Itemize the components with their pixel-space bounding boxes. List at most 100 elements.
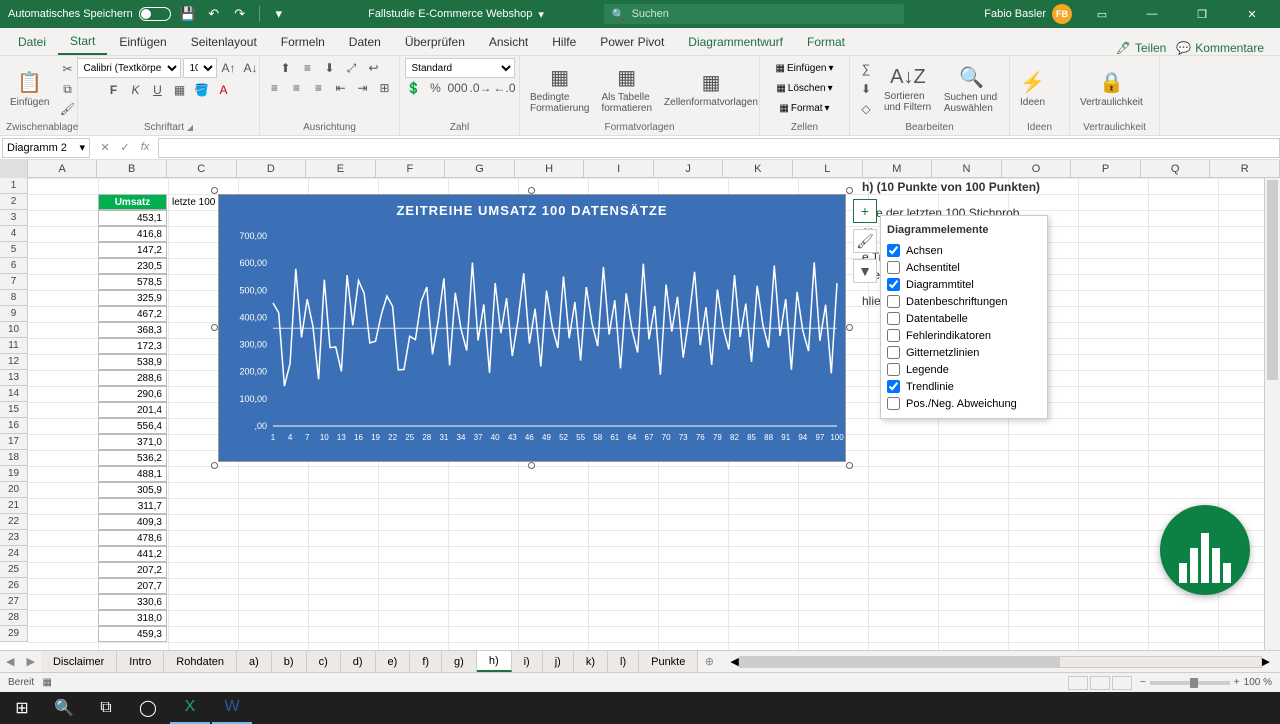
row-header[interactable]: 29 [0, 626, 27, 642]
row-header[interactable]: 26 [0, 578, 27, 594]
row-header[interactable]: 21 [0, 498, 27, 514]
sheet-nav-prev[interactable]: ◀ [0, 655, 20, 668]
flyout-checkbox-item[interactable]: Legende [887, 361, 1041, 378]
column-header[interactable]: J [654, 160, 724, 178]
sheet-tab[interactable]: a) [237, 651, 272, 672]
zoom-in-button[interactable]: + [1234, 677, 1240, 688]
maximize-icon[interactable]: ❐ [1182, 0, 1222, 28]
tab-view[interactable]: Ansicht [477, 28, 540, 55]
row-header[interactable]: 27 [0, 594, 27, 610]
column-header[interactable]: M [863, 160, 933, 178]
underline-button[interactable]: U [148, 80, 168, 100]
cell[interactable]: 453,1 [98, 210, 167, 226]
sheet-tab[interactable]: i) [512, 651, 543, 672]
row-header[interactable]: 24 [0, 546, 27, 562]
cell-styles-button[interactable]: ▦Zellenformatvorlagen [660, 59, 762, 119]
tab-help[interactable]: Hilfe [540, 28, 588, 55]
cell[interactable]: 207,7 [98, 578, 167, 594]
clear-icon[interactable]: ◇ [856, 99, 876, 119]
sheet-tab[interactable]: f) [410, 651, 442, 672]
search-input[interactable]: 🔍 Suchen [604, 4, 904, 24]
format-as-table-button[interactable]: ▦Als Tabelle formatieren [597, 59, 656, 119]
column-header[interactable]: R [1210, 160, 1280, 178]
format-cells-button[interactable]: ▦ Format ▾ [779, 98, 829, 118]
sort-filter-button[interactable]: A↓ZSortieren und Filtern [880, 59, 936, 119]
find-select-button[interactable]: 🔍Suchen und Auswählen [940, 59, 1003, 119]
row-header[interactable]: 3 [0, 210, 27, 226]
flyout-checkbox-item[interactable]: Datenbeschriftungen [887, 293, 1041, 310]
column-header[interactable]: L [793, 160, 863, 178]
cell[interactable]: 409,3 [98, 514, 167, 530]
tab-formulas[interactable]: Formeln [269, 28, 337, 55]
row-header[interactable]: 16 [0, 418, 27, 434]
sheet-tab[interactable]: l) [608, 651, 639, 672]
row-header[interactable]: 8 [0, 290, 27, 306]
chart-plot-area[interactable]: ,00100,00200,00300,00400,00500,00600,007… [219, 226, 847, 456]
ideas-button[interactable]: ⚡Ideen [1016, 59, 1049, 119]
align-left-icon[interactable]: ≡ [265, 78, 285, 98]
cell[interactable]: 371,0 [98, 434, 167, 450]
cell[interactable]: 147,2 [98, 242, 167, 258]
font-name-select[interactable]: Calibri (Textkörper) [77, 58, 181, 78]
column-header[interactable]: F [376, 160, 446, 178]
flyout-checkbox-item[interactable]: Achsentitel [887, 259, 1041, 276]
increase-indent-icon[interactable]: ⇥ [353, 78, 373, 98]
align-right-icon[interactable]: ≡ [309, 78, 329, 98]
sensitivity-button[interactable]: 🔒Vertraulichkeit [1076, 59, 1147, 119]
share-button[interactable]: 🖊 Teilen [1116, 41, 1167, 55]
minimize-icon[interactable]: — [1132, 0, 1172, 28]
column-header[interactable]: I [584, 160, 654, 178]
insert-cells-button[interactable]: ▦ Einfügen ▾ [776, 58, 834, 78]
increase-decimal-icon[interactable]: .0→ [470, 78, 492, 98]
cell[interactable]: 230,5 [98, 258, 167, 274]
cell[interactable]: 441,2 [98, 546, 167, 562]
sheet-tab[interactable]: c) [307, 651, 341, 672]
cell[interactable]: 488,1 [98, 466, 167, 482]
cell[interactable]: 318,0 [98, 610, 167, 626]
column-header[interactable]: C [167, 160, 237, 178]
cancel-formula-icon[interactable]: ✕ [96, 141, 114, 154]
tab-home[interactable]: Start [58, 28, 107, 55]
column-header[interactable]: D [237, 160, 307, 178]
sheet-tab[interactable]: Intro [117, 651, 164, 672]
flyout-checkbox-item[interactable]: Gitternetzlinien [887, 344, 1041, 361]
column-header[interactable]: O [1002, 160, 1072, 178]
flyout-checkbox-item[interactable]: Fehlerindikatoren [887, 327, 1041, 344]
row-header[interactable]: 10 [0, 322, 27, 338]
italic-button[interactable]: K [126, 80, 146, 100]
column-header[interactable]: G [445, 160, 515, 178]
bold-button[interactable]: F [104, 80, 124, 100]
cell[interactable]: 330,6 [98, 594, 167, 610]
enter-formula-icon[interactable]: ✓ [116, 141, 134, 154]
vertical-scrollbar[interactable] [1264, 178, 1280, 650]
ribbon-display-icon[interactable]: ▭ [1082, 0, 1122, 28]
zoom-out-button[interactable]: − [1140, 677, 1146, 688]
row-header[interactable]: 15 [0, 402, 27, 418]
flyout-checkbox-item[interactable]: Datentabelle [887, 310, 1041, 327]
column-header[interactable]: E [306, 160, 376, 178]
paste-button[interactable]: 📋Einfügen [6, 59, 53, 119]
wrap-text-icon[interactable]: ↩ [364, 58, 384, 78]
row-header[interactable]: 1 [0, 178, 27, 194]
cell[interactable]: 368,3 [98, 322, 167, 338]
decrease-font-icon[interactable]: A↓ [241, 58, 261, 78]
tab-layout[interactable]: Seitenlayout [179, 28, 269, 55]
autosum-icon[interactable]: ∑ [856, 59, 876, 79]
cortana-icon[interactable]: ◯ [128, 692, 168, 724]
zoom-slider[interactable] [1150, 681, 1230, 685]
column-header[interactable]: P [1071, 160, 1141, 178]
cell[interactable]: Umsatz [98, 194, 167, 210]
worksheet-grid[interactable]: ABCDEFGHIJKLMNOPQR 123456789101112131415… [0, 160, 1280, 650]
cell[interactable]: 478,6 [98, 530, 167, 546]
copy-icon[interactable]: ⧉ [57, 79, 77, 99]
decrease-indent-icon[interactable]: ⇤ [331, 78, 351, 98]
flyout-checkbox-item[interactable]: Trendlinie [887, 378, 1041, 395]
tab-data[interactable]: Daten [337, 28, 393, 55]
horizontal-scrollbar[interactable] [739, 656, 1262, 668]
row-header[interactable]: 7 [0, 274, 27, 290]
page-break-view-button[interactable] [1112, 676, 1132, 690]
column-header[interactable]: A [28, 160, 98, 178]
formula-input[interactable] [158, 138, 1280, 158]
excel-app-icon[interactable]: X [170, 692, 210, 724]
row-header[interactable]: 11 [0, 338, 27, 354]
